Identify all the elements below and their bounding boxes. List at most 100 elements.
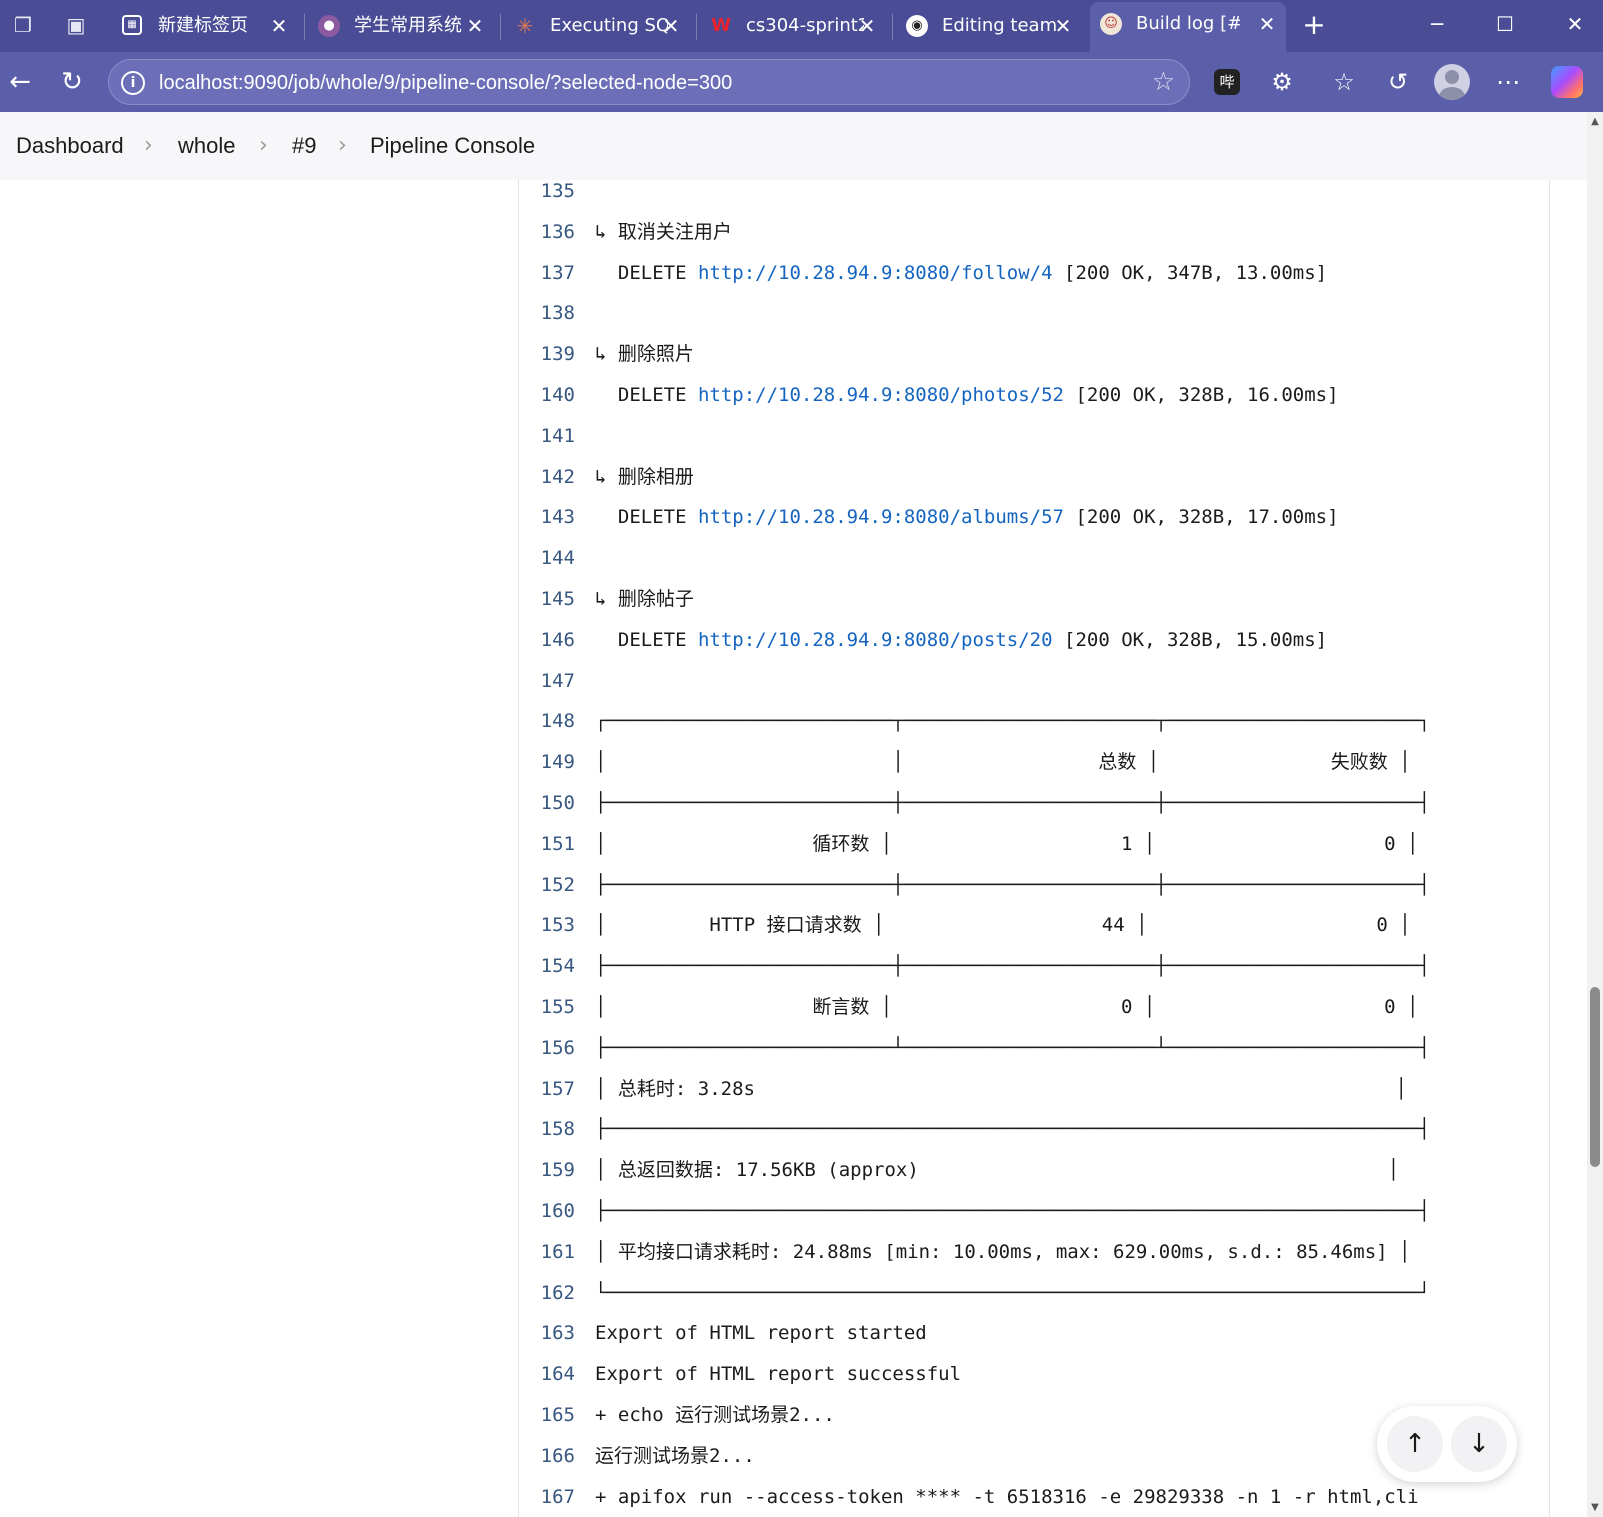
response-summary: [200 OK, 328B, 16.00ms] bbox=[1064, 384, 1339, 406]
line-number[interactable]: 157 bbox=[519, 1069, 575, 1109]
school-icon: ● bbox=[318, 15, 340, 37]
tab-build-log[interactable]: ☺ Build log [#9 ✕ bbox=[1090, 2, 1286, 52]
breadcrumb-build[interactable]: #9 bbox=[292, 112, 316, 180]
line-number[interactable]: 137 bbox=[519, 253, 575, 293]
line-number[interactable]: 167 bbox=[519, 1477, 575, 1517]
line-number[interactable]: 141 bbox=[519, 416, 575, 456]
minimize-button[interactable]: ─ bbox=[1412, 4, 1462, 44]
line-number[interactable]: 146 bbox=[519, 620, 575, 660]
close-icon[interactable]: ✕ bbox=[268, 6, 290, 46]
line-number[interactable]: 161 bbox=[519, 1232, 575, 1272]
line-number[interactable]: 145 bbox=[519, 579, 575, 619]
line-number[interactable]: 153 bbox=[519, 905, 575, 945]
line-content: │ │ 总数 │ 失败数 │ bbox=[595, 751, 1411, 774]
breadcrumb-job[interactable]: whole bbox=[178, 112, 235, 180]
line-number[interactable]: 143 bbox=[519, 497, 575, 537]
line-number[interactable]: 158 bbox=[519, 1109, 575, 1149]
close-icon[interactable]: ✕ bbox=[1256, 2, 1278, 46]
url-text[interactable]: localhost:9090/job/whole/9/pipeline-cons… bbox=[159, 60, 732, 106]
extensions-icon[interactable]: ⚙ bbox=[1264, 64, 1300, 100]
line-number[interactable]: 148 bbox=[519, 701, 575, 741]
history-icon[interactable]: ↺ bbox=[1380, 64, 1416, 100]
line-content: 运行测试场景2... bbox=[595, 1444, 755, 1467]
scroll-to-bottom-button[interactable]: ↓ bbox=[1451, 1416, 1507, 1472]
refresh-button[interactable]: ↻ bbox=[54, 64, 90, 100]
line-text: Export of HTML report started bbox=[595, 1313, 927, 1353]
line-text: DELETE http://10.28.94.9:8080/posts/20 [… bbox=[595, 620, 1327, 660]
favorite-star-icon[interactable]: ☆ bbox=[1152, 68, 1175, 96]
console-line: 140 DELETE http://10.28.94.9:8080/photos… bbox=[519, 375, 1549, 415]
breadcrumb-dashboard[interactable]: Dashboard bbox=[16, 112, 124, 180]
new-tab-button[interactable]: + bbox=[1296, 8, 1332, 44]
line-number[interactable]: 150 bbox=[519, 783, 575, 823]
line-number[interactable]: 160 bbox=[519, 1191, 575, 1231]
address-bar[interactable]: i localhost:9090/job/whole/9/pipeline-co… bbox=[108, 59, 1190, 105]
console-line: 145 ↳ 删除帖子 bbox=[519, 579, 1549, 619]
page-scrollbar[interactable]: ▲ ▼ bbox=[1587, 112, 1603, 1517]
maximize-button[interactable]: ☐ bbox=[1480, 4, 1530, 44]
line-content: + apifox run --access-token **** -t 6518… bbox=[595, 1485, 1419, 1508]
scrollbar-thumb[interactable] bbox=[1590, 987, 1600, 1167]
line-text: ├─────────────────────────┼─────────────… bbox=[595, 783, 1430, 823]
tab-actions-icon[interactable]: ▣ bbox=[61, 10, 91, 40]
tab-editing-team[interactable]: ◉ Editing team ✕ bbox=[896, 6, 1082, 46]
title-bar: ❐ ▣ ▦ 新建标签页 ✕ ● 学生常用系统 ✕ ✳ Executing SQ … bbox=[0, 0, 1603, 52]
line-text: ├─────────────────────────┼─────────────… bbox=[595, 946, 1430, 986]
line-number[interactable]: 138 bbox=[519, 293, 575, 333]
console-line: 156 ├─────────────────────────┴──────────… bbox=[519, 1028, 1549, 1068]
line-text: ┌─────────────────────────┬─────────────… bbox=[595, 701, 1430, 741]
profile-avatar[interactable] bbox=[1434, 64, 1470, 100]
scroll-down-arrow-icon[interactable]: ▼ bbox=[1587, 1502, 1603, 1513]
close-window-button[interactable]: ✕ bbox=[1550, 4, 1600, 44]
line-number[interactable]: 139 bbox=[519, 334, 575, 374]
line-number[interactable]: 166 bbox=[519, 1436, 575, 1476]
line-number[interactable]: 163 bbox=[519, 1313, 575, 1353]
line-number[interactable]: 142 bbox=[519, 457, 575, 497]
line-content: │ HTTP 接口请求数 │ 44 │ 0 │ bbox=[595, 914, 1411, 937]
line-number[interactable]: 144 bbox=[519, 538, 575, 578]
line-text: │ 总耗时: 3.28s │ bbox=[595, 1069, 1407, 1109]
line-number[interactable]: 156 bbox=[519, 1028, 575, 1068]
tab-student-systems[interactable]: ● 学生常用系统 ✕ bbox=[308, 6, 494, 46]
line-number[interactable]: 140 bbox=[519, 375, 575, 415]
line-number[interactable]: 154 bbox=[519, 946, 575, 986]
request-url-link[interactable]: http://10.28.94.9:8080/posts/20 bbox=[698, 629, 1053, 651]
line-number[interactable]: 162 bbox=[519, 1273, 575, 1313]
breadcrumb: Dashboard › whole › #9 › Pipeline Consol… bbox=[0, 112, 1587, 180]
close-icon[interactable]: ✕ bbox=[856, 6, 878, 46]
line-number[interactable]: 149 bbox=[519, 742, 575, 782]
request-url-link[interactable]: http://10.28.94.9:8080/photos/52 bbox=[698, 384, 1064, 406]
line-number[interactable]: 151 bbox=[519, 824, 575, 864]
site-info-icon[interactable]: i bbox=[121, 71, 145, 95]
close-icon[interactable]: ✕ bbox=[464, 6, 486, 46]
close-icon[interactable]: ✕ bbox=[660, 6, 682, 46]
scroll-controls: ↑ ↓ bbox=[1377, 1406, 1517, 1482]
close-icon[interactable]: ✕ bbox=[1052, 6, 1074, 46]
line-number[interactable]: 159 bbox=[519, 1150, 575, 1190]
line-number[interactable]: 147 bbox=[519, 661, 575, 701]
console-line: 161 │ 平均接口请求耗时: 24.88ms [min: 10.00ms, ma… bbox=[519, 1232, 1549, 1272]
copilot-icon[interactable] bbox=[1551, 66, 1583, 98]
tab-executing-sql[interactable]: ✳ Executing SQ ✕ bbox=[504, 6, 690, 46]
request-url-link[interactable]: http://10.28.94.9:8080/albums/57 bbox=[698, 506, 1064, 528]
line-text: │ 断言数 │ 0 │ 0 │ bbox=[595, 987, 1418, 1027]
breadcrumb-pipeline-console[interactable]: Pipeline Console bbox=[370, 112, 535, 180]
tab-cs304-sprint2[interactable]: W cs304-sprint2 ✕ bbox=[700, 6, 886, 46]
request-url-link[interactable]: http://10.28.94.9:8080/follow/4 bbox=[698, 262, 1053, 284]
scroll-up-arrow-icon[interactable]: ▲ bbox=[1587, 116, 1603, 127]
back-button[interactable]: ← bbox=[2, 64, 38, 100]
more-options-icon[interactable]: ⋯ bbox=[1490, 64, 1526, 100]
line-number[interactable]: 136 bbox=[519, 212, 575, 252]
line-number[interactable]: 155 bbox=[519, 987, 575, 1027]
workspaces-icon[interactable]: ❐ bbox=[8, 10, 38, 40]
scroll-to-top-button[interactable]: ↑ bbox=[1387, 1416, 1443, 1472]
bilibili-extension-icon[interactable]: 哔 bbox=[1214, 69, 1240, 95]
favorites-icon[interactable]: ☆ bbox=[1326, 64, 1362, 100]
line-number[interactable]: 152 bbox=[519, 865, 575, 905]
line-number[interactable]: 165 bbox=[519, 1395, 575, 1435]
line-number[interactable]: 135 bbox=[519, 180, 575, 211]
line-text: DELETE http://10.28.94.9:8080/photos/52 … bbox=[595, 375, 1339, 415]
tab-title: Editing team bbox=[942, 15, 1058, 36]
tab-new-tab[interactable]: ▦ 新建标签页 ✕ bbox=[112, 6, 298, 46]
line-number[interactable]: 164 bbox=[519, 1354, 575, 1394]
